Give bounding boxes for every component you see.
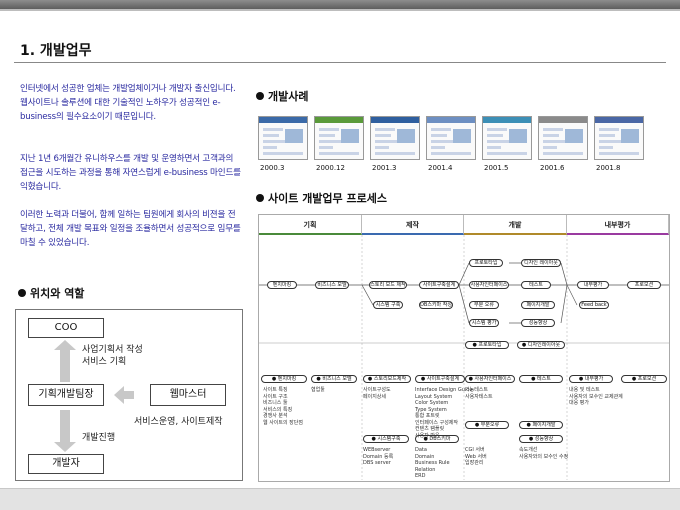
org-chart: COO 사업기획서 작성 서비스 기획 기획개발팀장 웹마스터 서비스운영, 사… xyxy=(15,309,243,481)
bottom-bar xyxy=(0,488,680,510)
case-date-label: 2001.4 xyxy=(428,164,453,172)
process-heading-text: 사이트 개발업무 프로세스 xyxy=(268,192,387,205)
phase-header: 개발 xyxy=(464,215,567,235)
process-step: 시스템 구축 xyxy=(373,301,403,309)
legend-step: ● 사용자인터페이스 xyxy=(465,375,515,383)
process-step: 사용자인터페이스 xyxy=(469,281,509,289)
process-detail: 속도개선 사용자와의 보수인 수정 xyxy=(519,447,569,460)
case-date-label: 2001.8 xyxy=(596,164,621,172)
process-step: 시스템 평가 xyxy=(469,319,499,327)
case-date-label: 2001.3 xyxy=(372,164,397,172)
title-divider xyxy=(14,62,666,63)
bullet-icon xyxy=(18,289,26,297)
process-diagram: 기획 제작 개발 내부평가 벤치마킹 비즈니스 모델 스토리 보드 제작 사이트구축설계 시스템… xyxy=(258,214,670,482)
legend-step: ● 페이지개발 xyxy=(519,421,563,429)
process-detail: CGI 서버 Web 서버 입장관리 xyxy=(465,447,487,466)
legend-step: ● 테스트 xyxy=(519,375,563,383)
process-step: 내부평가 xyxy=(577,281,609,289)
connector-line xyxy=(458,284,470,324)
process-detail: 내용 및 테스트 사용자의 보수인 교제관계 대응 평가 xyxy=(569,387,623,406)
cases-heading: 개발사례 xyxy=(256,88,308,104)
process-step: 디자인 레이아웃 xyxy=(521,259,561,267)
process-step: 프로모션 xyxy=(627,281,661,289)
developer-duty-note: 개발진행 xyxy=(82,433,116,443)
case-date-label: 2001.6 xyxy=(540,164,565,172)
case-date-label: 2001.5 xyxy=(484,164,509,172)
legend-step: ● 내부평가 xyxy=(569,375,613,383)
process-step: 벤치마킹 xyxy=(267,281,297,289)
process-detail: Interface Design Guide Layout System Col… xyxy=(415,387,473,439)
case-thumbnails: 2000.3 2000.12 2001.3 2001.4 2001.5 2001.6 200… xyxy=(258,116,658,176)
case-thumbnail xyxy=(482,116,532,160)
process-step: Feed back xyxy=(579,301,609,309)
cases-heading-text: 개발사례 xyxy=(268,90,309,103)
connector-line xyxy=(560,262,568,286)
down-arrow-icon xyxy=(54,410,76,452)
process-detail: 사이트 특징 사이트 구조 비즈니스 툴 서비스의 특징 경쟁사 분석 웹 사이… xyxy=(263,387,303,426)
roles-heading-text: 위치와 역할 xyxy=(30,287,85,300)
process-step: 스토리 보드 제작 xyxy=(369,281,407,289)
legend-step: ● 프로모션 xyxy=(621,375,667,383)
legend-step: ● 비즈니스 모델 xyxy=(311,375,357,383)
process-heading: 사이트 개발업무 프로세스 xyxy=(256,190,387,206)
process-step: 테스트 xyxy=(521,281,551,289)
case-thumbnail xyxy=(538,116,588,160)
phase-header: 내부평가 xyxy=(567,215,669,235)
case-date-label: 2000.12 xyxy=(316,164,345,172)
webmaster-box: 웹마스터 xyxy=(150,384,226,406)
legend-step: ● 성능향상 xyxy=(519,435,563,443)
case-thumbnail xyxy=(258,116,308,160)
roles-heading: 위치와 역할 xyxy=(18,285,84,301)
connector-line xyxy=(566,284,578,306)
process-step: 부분 오류 xyxy=(469,301,499,309)
case-date-label: 2000.3 xyxy=(260,164,285,172)
intro-paragraph-2: 지난 1년 6개월간 유니하우스를 개발 및 운영하면서 고객과의 접근을 시도… xyxy=(20,154,241,192)
process-step: 비즈니스 모델 xyxy=(315,281,349,289)
webmaster-duty-note: 서비스운영, 사이트제작 xyxy=(134,417,223,427)
process-step: 사이트구축설계 xyxy=(419,281,459,289)
bullet-icon xyxy=(256,92,264,100)
process-detail: Data Domain Business Rule Relation ERD xyxy=(415,447,450,479)
developer-box: 개발자 xyxy=(28,454,104,474)
connector-line xyxy=(560,284,568,324)
process-step: 프로토타입 xyxy=(469,259,503,267)
top-bar xyxy=(0,0,680,9)
coo-duty-note: 사업기획서 작성 서비스 기획 xyxy=(82,345,143,367)
legend-step: ● 사이트구축설계 xyxy=(415,375,465,383)
case-thumbnail xyxy=(426,116,476,160)
bullet-icon xyxy=(256,194,264,202)
legend-step: ● 스토리보드제작 xyxy=(363,375,411,383)
phase-header: 기획 xyxy=(259,215,362,235)
legend-step: ● 벤치마킹 xyxy=(261,375,307,383)
intro-paragraph-3: 이러한 노력과 더불어, 함께 일하는 팀원에게 회사의 비젼을 전달하고, 전… xyxy=(20,210,241,248)
process-connectors xyxy=(259,235,669,480)
case-thumbnail xyxy=(314,116,364,160)
top-line xyxy=(0,9,680,11)
process-detail: WEBserver Domain 등록 DBS server xyxy=(363,447,394,466)
process-detail: 사이트구성도 페이지상세 xyxy=(363,387,391,400)
legend-step: ● 시스템구축 xyxy=(363,435,409,443)
case-thumbnail xyxy=(370,116,420,160)
process-detail: 협업툴 xyxy=(311,387,325,393)
case-thumbnail xyxy=(594,116,644,160)
process-step: DB스키마 작성 xyxy=(419,301,453,309)
intro-paragraph-1: 인터넷에서 성공한 업체는 개발업체이거나 개발자 출신입니다. 웹사이트나 솔… xyxy=(20,84,236,122)
left-arrow-icon xyxy=(114,386,134,404)
connector-line xyxy=(458,262,470,286)
up-arrow-icon xyxy=(54,340,76,382)
process-detail: 기능테스트 사용자테스트 xyxy=(465,387,493,400)
legend-step: ● 디자인레이아웃 xyxy=(517,341,565,349)
process-step: 페이지개발 xyxy=(521,301,555,309)
process-step: 성능향상 xyxy=(521,319,555,327)
coo-box: COO xyxy=(28,318,104,338)
team-lead-box: 기획개발팀장 xyxy=(28,384,104,406)
phase-header: 제작 xyxy=(362,215,464,235)
legend-step: ● 프로토타입 xyxy=(465,341,509,349)
page-title: 1. 개발업무 xyxy=(20,43,92,59)
